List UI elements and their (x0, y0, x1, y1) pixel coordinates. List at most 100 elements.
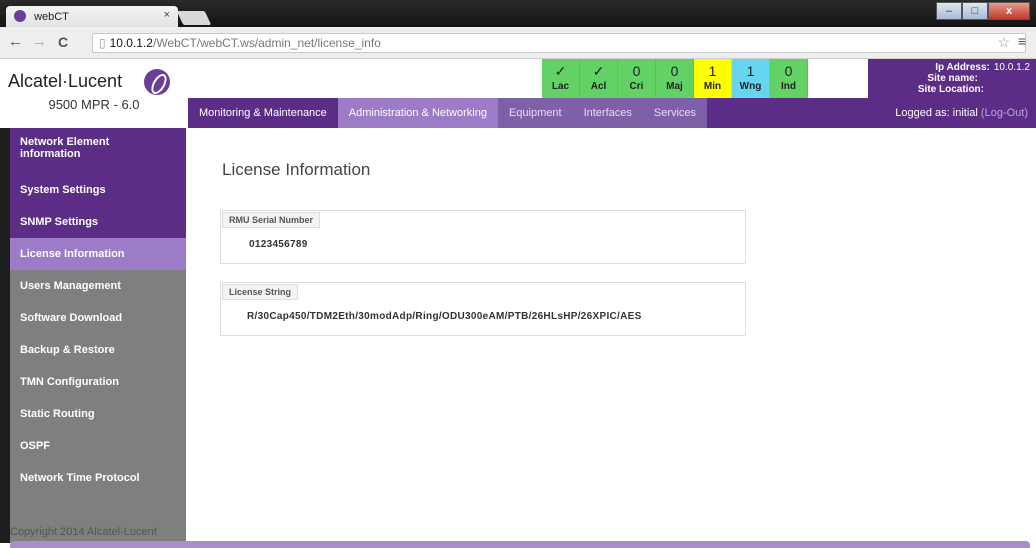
site-name-row: Site name: (927, 73, 978, 84)
rmu-serial-panel: RMU Serial Number 0123456789 (220, 210, 746, 264)
sidebar-item-users-management[interactable]: Users Management (10, 270, 186, 302)
alarm-ind-value: 0 (784, 63, 793, 79)
sidebar-item-snmp-settings[interactable]: SNMP Settings (10, 206, 186, 238)
forward-arrow-icon[interactable]: → (32, 33, 47, 50)
sidebar-item-label: Network Time Protocol (20, 472, 140, 484)
logo-area: Alcatel·Lucent 9500 MPR - 6.0 (0, 59, 188, 128)
license-string-panel: License String R/30Cap450/TDM2Eth/30modA… (220, 282, 746, 336)
bookmark-star-icon[interactable]: ☆ (997, 34, 1010, 51)
alarm-cri[interactable]: 0 Cri (618, 59, 656, 98)
sidebar-item-label: TMN Configuration (20, 376, 119, 388)
alarm-lac-key: Lac (551, 81, 570, 92)
browser-toolbar: ← → C ▯ 10.0.1.2/WebCT/webCT.ws/admin_net… (0, 27, 1036, 59)
site-name-label: Site name: (927, 73, 978, 84)
sidebar-item-label: Backup & Restore (20, 344, 115, 356)
menu-administration-networking[interactable]: Administration & Networking (337, 98, 498, 128)
alcatel-logo-icon (144, 69, 170, 95)
alarm-lac[interactable]: ✓ Lac (542, 59, 580, 98)
sidebar-item-network-element-information[interactable]: Network Element information (10, 128, 186, 174)
new-tab-button[interactable] (176, 11, 212, 25)
header-spacer (188, 59, 542, 98)
sidebar-item-backup-restore[interactable]: Backup & Restore (10, 334, 186, 366)
back-arrow-icon[interactable]: ← (8, 33, 23, 50)
alarm-wng-value: 1 (746, 63, 755, 79)
alarm-acl[interactable]: ✓ Acl (580, 59, 618, 98)
browser-menu-icon[interactable]: ≡ (1018, 33, 1026, 49)
alarm-maj-value: 0 (670, 63, 679, 79)
rmu-serial-value: 0123456789 (249, 239, 308, 250)
footer-bar (10, 541, 1030, 548)
menu-equipment[interactable]: Equipment (497, 98, 573, 128)
copyright-footer: Copyright 2014 Alcatel-Lucent (10, 526, 157, 538)
address-bar[interactable]: ▯ 10.0.1.2/WebCT/webCT.ws/admin_net/licen… (92, 33, 1026, 53)
model-label: 9500 MPR - 6.0 (48, 97, 140, 112)
reload-icon[interactable]: C (58, 34, 68, 50)
browser-tab[interactable]: webCT × (6, 6, 178, 27)
alarm-maj[interactable]: 0 Maj (656, 59, 694, 98)
site-location-row: Site Location: (918, 84, 984, 95)
tab-title: webCT (34, 11, 69, 23)
logged-as-label: Logged as: initial (895, 107, 978, 119)
alarm-acl-value: ✓ (592, 63, 605, 79)
alarm-wng[interactable]: 1 Wng (732, 59, 770, 98)
url-path: /WebCT/webCT.ws/admin_net/license_info (152, 36, 381, 50)
license-string-label: License String (222, 284, 299, 300)
brand-name: Alcatel·Lucent (8, 71, 123, 91)
logged-as: Logged as: initial (Log-Out) (895, 98, 1028, 128)
alarm-min-value: 1 (708, 63, 717, 79)
sidebar-item-label: Network Element information (20, 136, 110, 160)
rmu-serial-label: RMU Serial Number (222, 212, 321, 228)
sidebar-item-network-time-protocol[interactable]: Network Time Protocol (10, 462, 186, 494)
page-icon: ▯ (99, 36, 106, 50)
sidebar-shadow (0, 128, 10, 543)
sidebar-item-label: Static Routing (20, 408, 95, 420)
webct-app: Alcatel·Lucent 9500 MPR - 6.0 ✓ Lac ✓ Acl … (0, 59, 1036, 548)
sidebar-item-static-routing[interactable]: Static Routing (10, 398, 186, 430)
license-string-value: R/30Cap450/TDM2Eth/30modAdp/Ring/ODU300e… (247, 311, 642, 322)
sidebar-item-software-download[interactable]: Software Download (10, 302, 186, 334)
minimize-button[interactable]: – (936, 2, 962, 20)
maximize-button[interactable]: □ (962, 2, 988, 20)
logout-link[interactable]: (Log-Out) (981, 107, 1028, 119)
menu-interfaces[interactable]: Interfaces (572, 98, 643, 128)
app-header: Alcatel·Lucent 9500 MPR - 6.0 ✓ Lac ✓ Acl … (0, 59, 1036, 128)
alarm-panel: ✓ Lac ✓ Acl 0 Cri 0 Maj 1 Min 1 Wng 0 Ind (542, 59, 808, 98)
sidebar-item-label: Users Management (20, 280, 121, 292)
ne-info-panel: Ip Address: 10.0.1.2 Site name: Site Loca… (868, 59, 1036, 98)
site-location-label: Site Location: (917, 84, 984, 95)
alarm-ind[interactable]: 0 Ind (770, 59, 808, 98)
sidebar: Network Element information System Setti… (10, 128, 186, 543)
window-close-button[interactable]: x (988, 2, 1030, 20)
sidebar-item-system-settings[interactable]: System Settings (10, 174, 186, 206)
alarm-cri-value: 0 (632, 63, 641, 79)
alarm-cri-key: Cri (629, 81, 644, 92)
menu-services[interactable]: Services (642, 98, 708, 128)
alarm-min[interactable]: 1 Min (694, 59, 732, 98)
menu-monitoring-maintenance[interactable]: Monitoring & Maintenance (188, 98, 338, 128)
ip-address-value: 10.0.1.2 (993, 62, 1030, 73)
alarm-wng-key: Wng (739, 81, 762, 92)
alarm-acl-key: Acl (590, 81, 607, 92)
page-title: License Information (222, 160, 371, 179)
sidebar-item-label: Software Download (20, 312, 123, 324)
sidebar-item-label: SNMP Settings (20, 216, 99, 228)
ip-address-label: Ip Address: (935, 62, 990, 73)
sidebar-item-ospf[interactable]: OSPF (10, 430, 186, 462)
alarm-maj-key: Maj (666, 81, 683, 92)
ip-address-row: Ip Address: 10.0.1.2 (935, 62, 1030, 73)
alcatel-favicon-icon (14, 10, 26, 22)
window-controls: – □ x (936, 2, 1030, 20)
sidebar-item-label: License Information (20, 248, 125, 260)
alarm-min-key: Min (703, 81, 722, 92)
browser-titlebar: webCT × – □ x (0, 0, 1036, 27)
sidebar-item-label: OSPF (20, 440, 50, 452)
url-host: 10.0.1.2 (109, 36, 153, 50)
sidebar-item-tmn-configuration[interactable]: TMN Configuration (10, 366, 186, 398)
tab-close-icon[interactable]: × (164, 9, 170, 21)
sidebar-item-license-information[interactable]: License Information (10, 238, 186, 270)
sidebar-item-label: System Settings (20, 184, 106, 196)
alarm-ind-key: Ind (781, 81, 796, 92)
main-menu: Monitoring & Maintenance Administration … (188, 98, 1036, 128)
alarm-lac-value: ✓ (554, 63, 567, 79)
main-content: License Information RMU Serial Number 01… (188, 128, 1036, 528)
